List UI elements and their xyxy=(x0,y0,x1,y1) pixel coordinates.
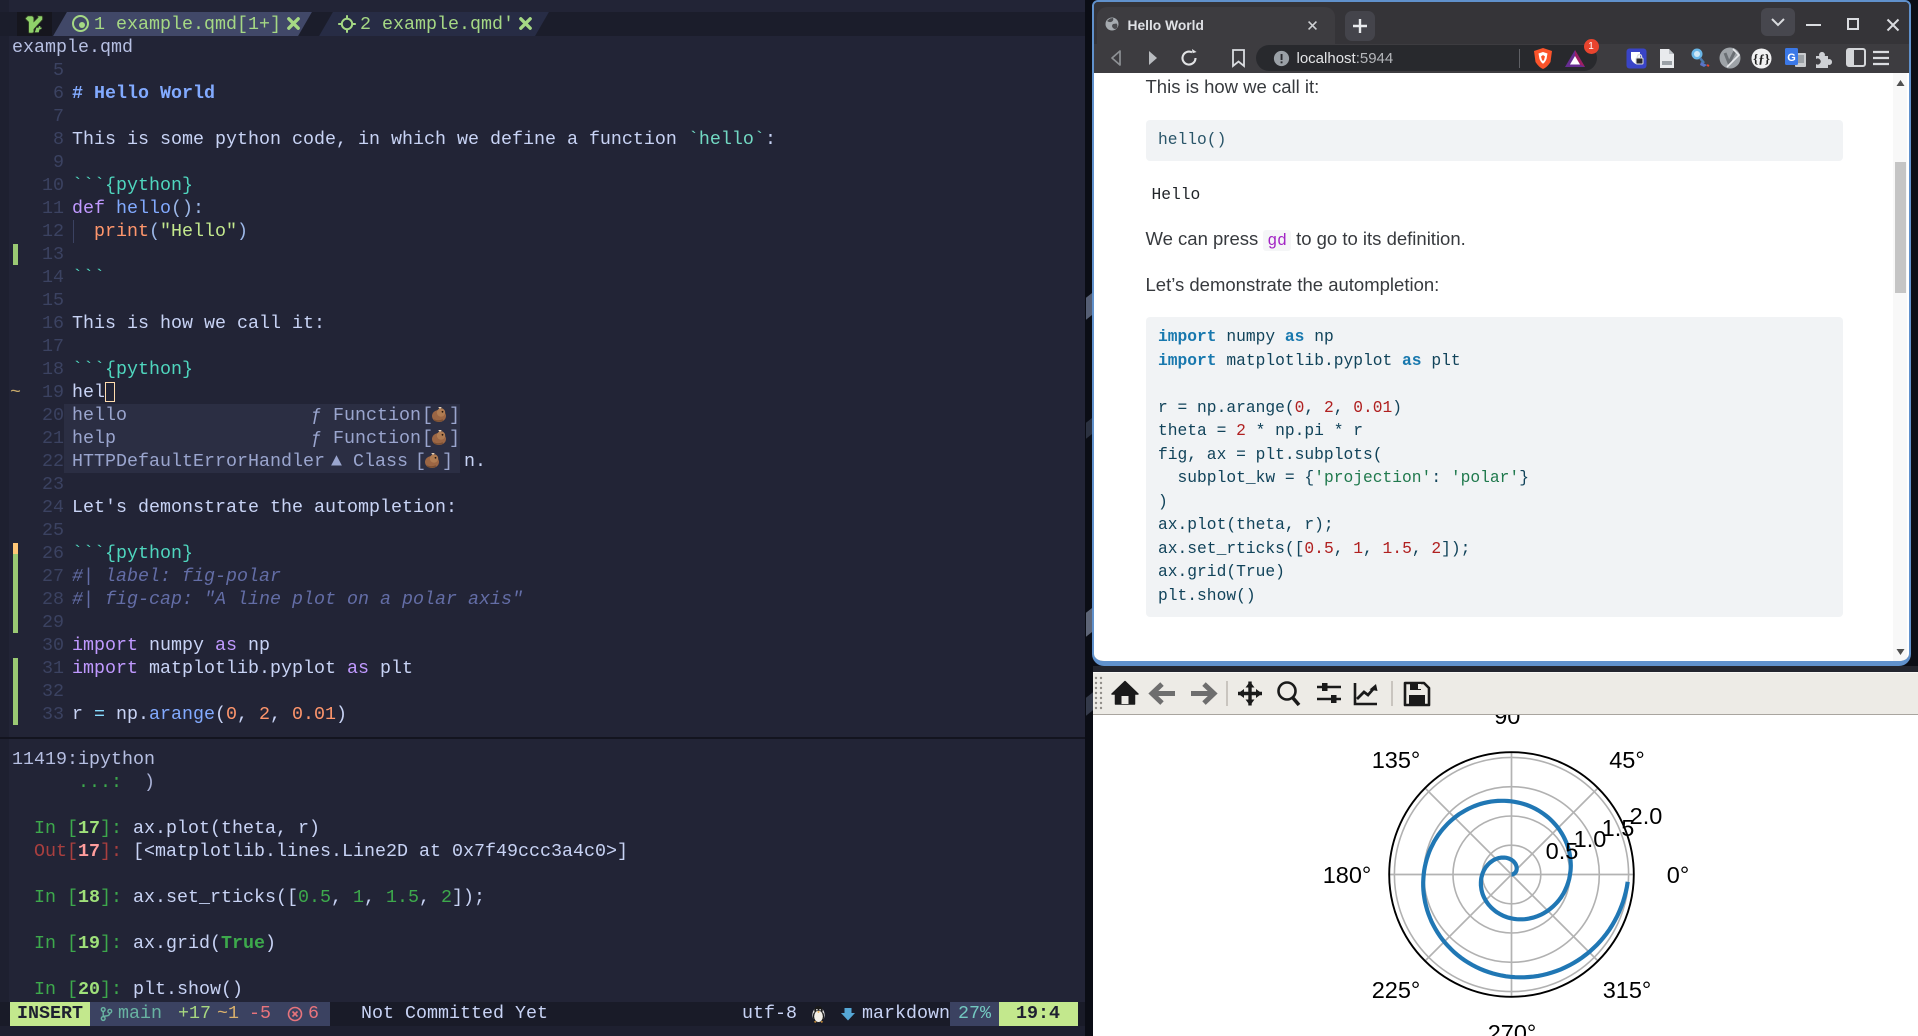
svg-text:180°: 180° xyxy=(1323,862,1372,888)
svg-text:315°: 315° xyxy=(1603,977,1652,1003)
svg-text:G: G xyxy=(1787,52,1796,64)
svg-text:270°: 270° xyxy=(1488,1020,1537,1036)
svg-text:135°: 135° xyxy=(1372,747,1421,773)
svg-text:2.0: 2.0 xyxy=(1630,803,1663,829)
svg-text:{ƒ}: {ƒ} xyxy=(1753,51,1770,66)
svg-text:225°: 225° xyxy=(1372,977,1421,1003)
svg-text:0°: 0° xyxy=(1667,862,1689,888)
svg-text:45°: 45° xyxy=(1609,747,1645,773)
